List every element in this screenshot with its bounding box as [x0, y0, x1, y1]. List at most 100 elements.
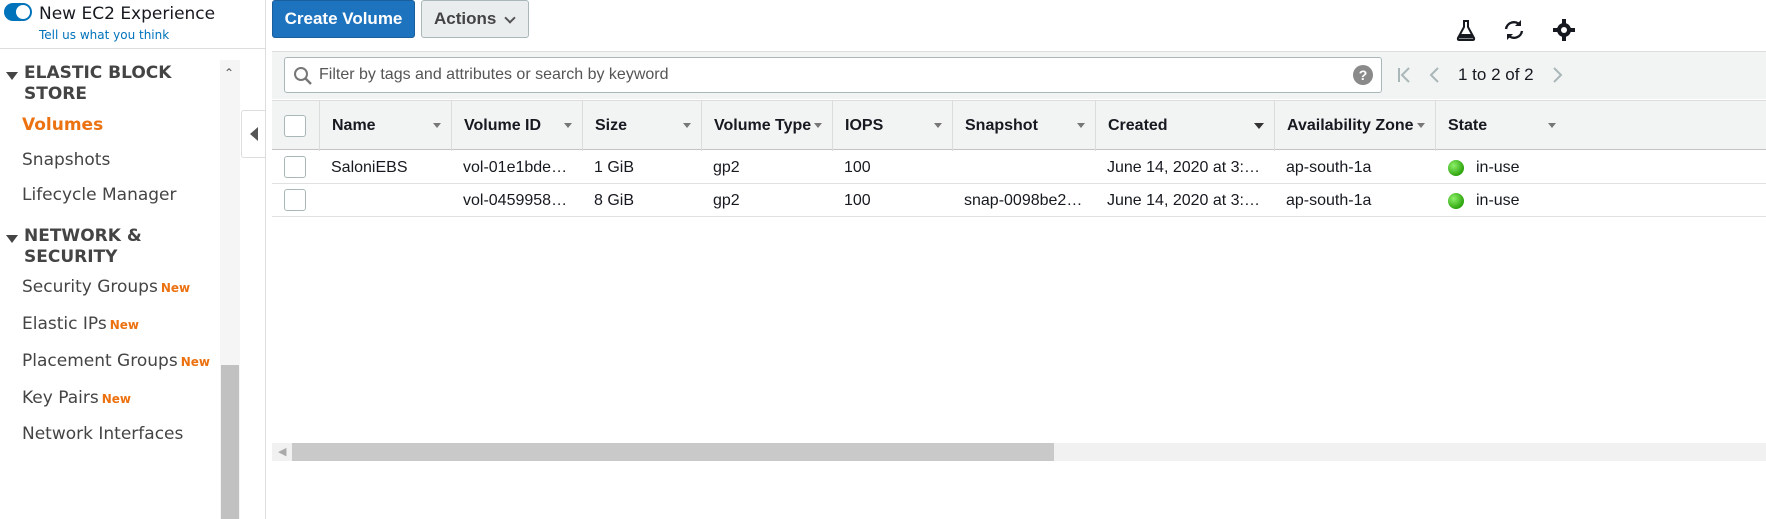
sidebar-item-label: Elastic IPs	[22, 314, 107, 334]
sidebar-item-placement-groups[interactable]: Placement Groups New	[22, 351, 210, 371]
section-title: ELASTIC BLOCK STORE	[24, 63, 172, 104]
next-page-icon[interactable]	[1552, 66, 1564, 84]
create-volume-button[interactable]: Create Volume	[272, 0, 415, 38]
sidebar-nav: ELASTIC BLOCK STORE Volumes Snapshots Li…	[0, 50, 220, 519]
sidebar-item-elastic-ips[interactable]: Elastic IPs New	[22, 314, 139, 334]
gear-icon[interactable]	[1552, 18, 1576, 42]
cell-snapshot	[964, 151, 1089, 184]
actions-label: Actions	[434, 9, 497, 28]
scrollbar-thumb[interactable]	[292, 443, 1054, 461]
sort-icon	[934, 123, 942, 128]
select-all-checkbox[interactable]	[284, 115, 306, 137]
horizontal-scrollbar[interactable]: ◀	[272, 443, 1766, 461]
sidebar-item-lifecycle-manager[interactable]: Lifecycle Manager	[22, 185, 177, 205]
cell-volume-id: vol-0459958…	[463, 192, 568, 209]
cell-volume-type: gp2	[713, 192, 740, 209]
column-label: Size	[595, 117, 628, 134]
sidebar-item-key-pairs[interactable]: Key Pairs New	[22, 388, 131, 408]
column-label: Volume Type	[714, 117, 812, 134]
cell-created: June 14, 2020 at 3:…	[1107, 192, 1260, 209]
cell-name: SaloniEBS	[331, 159, 408, 176]
sidebar-item-security-groups[interactable]: Security Groups New	[22, 277, 190, 297]
new-badge: New	[180, 355, 210, 369]
section-title: NETWORK & SECURITY	[24, 226, 142, 267]
new-experience-toggle[interactable]	[4, 3, 32, 21]
sidebar: New EC2 Experience Tell us what you thin…	[0, 0, 266, 519]
sidebar-item-volumes[interactable]: Volumes	[22, 115, 103, 135]
cell-snapshot: snap-0098be2…	[964, 192, 1083, 209]
toggle-label: New EC2 Experience	[39, 4, 216, 24]
column-label: Snapshot	[965, 117, 1038, 134]
column-header-state[interactable]: State	[1435, 101, 1566, 151]
row-checkbox[interactable]	[284, 189, 306, 211]
first-page-icon[interactable]	[1396, 66, 1412, 84]
column-header-iops[interactable]: IOPS	[832, 101, 952, 151]
cell-created: June 14, 2020 at 3:…	[1107, 159, 1260, 176]
pagination-text: 1 to 2 of 2	[1458, 65, 1534, 84]
sort-icon	[433, 123, 441, 128]
column-header-volume-type[interactable]: Volume Type	[701, 101, 832, 151]
new-badge: New	[160, 281, 191, 295]
column-label: Volume ID	[464, 117, 542, 134]
sidebar-scrollbar[interactable]: ⌃	[220, 60, 240, 519]
cell-size: 1 GiB	[594, 159, 635, 176]
sidebar-item-label: Security Groups	[22, 277, 158, 297]
search-box: ?	[284, 57, 1382, 93]
chevron-down-icon	[504, 12, 516, 24]
cell-volume-type: gp2	[713, 159, 740, 176]
column-header-snapshot[interactable]: Snapshot	[952, 101, 1095, 151]
sidebar-item-label: Placement Groups	[22, 351, 178, 371]
collapse-arrow-icon	[250, 127, 258, 141]
column-label: State	[1448, 117, 1488, 134]
actions-dropdown-button[interactable]: Actions	[421, 0, 529, 38]
expand-triangle-icon	[6, 235, 18, 243]
search-input[interactable]	[319, 58, 1339, 92]
cell-size: 8 GiB	[594, 192, 635, 209]
sort-descending-icon	[1254, 123, 1264, 129]
cell-availability-zone: ap-south-1a	[1286, 159, 1372, 176]
new-badge: New	[109, 318, 139, 332]
scrollbar-thumb[interactable]	[221, 365, 239, 519]
toggle-knob	[16, 5, 30, 19]
cell-iops: 100	[844, 192, 871, 209]
column-label: Name	[332, 117, 376, 134]
scroll-left-icon[interactable]: ◀	[278, 445, 286, 458]
search-icon	[294, 67, 312, 85]
sort-icon	[683, 123, 691, 128]
feedback-link[interactable]: Tell us what you think	[39, 28, 169, 42]
column-label: Availability Zone	[1287, 117, 1414, 134]
column-header-volume-id[interactable]: Volume ID	[451, 101, 582, 151]
sort-icon	[814, 123, 822, 128]
sort-icon	[1077, 123, 1085, 128]
table-header: Name Volume ID Size Volume Type IOPS Sna…	[272, 100, 1766, 151]
column-header-created[interactable]: Created	[1095, 101, 1274, 151]
sort-icon	[1548, 123, 1556, 128]
filter-bar: ? 1 to 2 of 2	[272, 51, 1766, 99]
collapse-sidebar-button[interactable]	[241, 110, 265, 158]
flask-icon[interactable]	[1454, 18, 1478, 42]
column-header-size[interactable]: Size	[582, 101, 701, 151]
sidebar-item-network-interfaces[interactable]: Network Interfaces	[22, 424, 183, 444]
refresh-icon[interactable]	[1502, 18, 1526, 42]
new-experience-toggle-row: New EC2 Experience Tell us what you thin…	[0, 0, 265, 49]
previous-page-icon[interactable]	[1428, 66, 1440, 84]
cell-availability-zone: ap-south-1a	[1286, 192, 1372, 209]
row-checkbox[interactable]	[284, 156, 306, 178]
status-ok-icon	[1448, 193, 1464, 209]
column-header-availability-zone[interactable]: Availability Zone	[1274, 101, 1435, 151]
column-label: IOPS	[845, 117, 884, 134]
table-row[interactable]: vol-0459958… 8 GiB gp2 100 snap-0098be2……	[272, 184, 1766, 217]
help-icon[interactable]: ?	[1353, 65, 1373, 85]
sort-icon	[564, 123, 572, 128]
column-header-name[interactable]: Name	[319, 101, 451, 151]
new-badge: New	[101, 392, 131, 406]
cell-volume-id: vol-01e1bde…	[463, 159, 568, 176]
column-label: Created	[1108, 117, 1168, 134]
sidebar-item-snapshots[interactable]: Snapshots	[22, 150, 110, 170]
main-content: Create Volume Actions ?	[272, 0, 1766, 519]
sort-icon	[1417, 123, 1425, 128]
table-row[interactable]: SaloniEBS vol-01e1bde… 1 GiB gp2 100 Jun…	[272, 151, 1766, 184]
expand-triangle-icon	[6, 72, 18, 80]
scroll-up-icon[interactable]: ⌃	[224, 66, 234, 80]
cell-name	[331, 184, 446, 217]
